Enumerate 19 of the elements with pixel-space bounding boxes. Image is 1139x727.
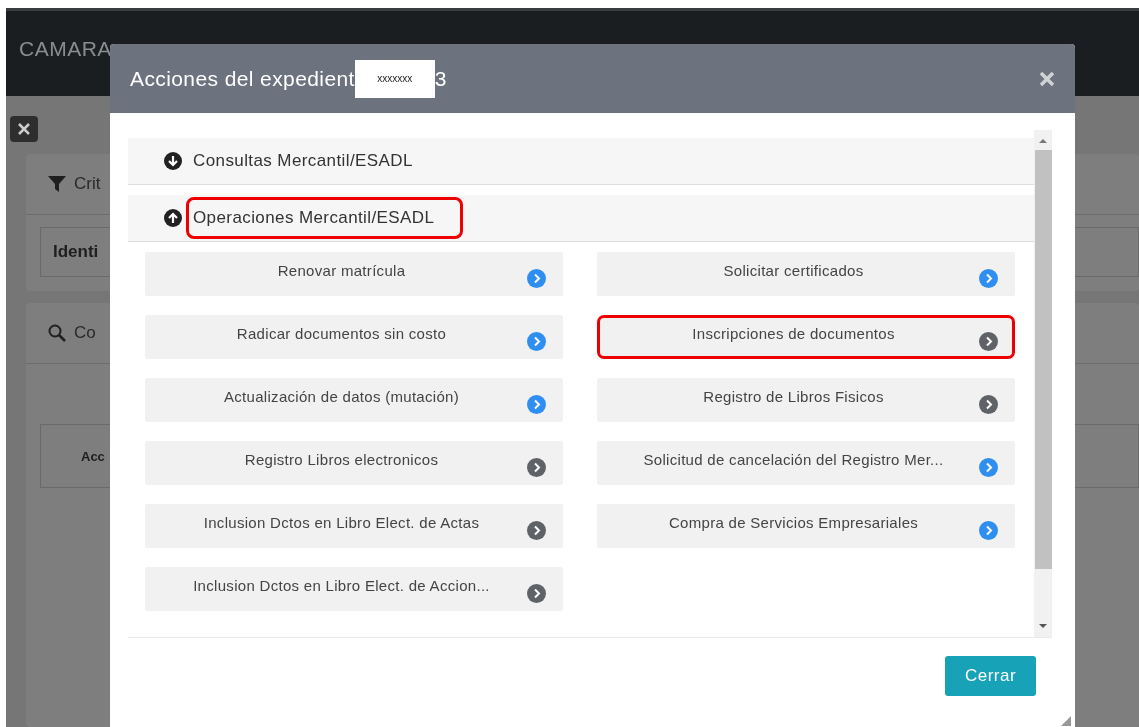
action-item[interactable]: Actualización de datos (mutación) xyxy=(145,378,563,422)
redaction-label: xxxxxxx xyxy=(354,59,435,98)
action-item[interactable]: Renovar matrícula xyxy=(145,252,563,296)
brand-name: CAMARA xyxy=(19,36,112,61)
action-item[interactable]: Inscripciones de documentos xyxy=(597,315,1015,359)
action-item[interactable]: Inclusion Dctos en Libro Elect. de Accion... xyxy=(145,567,563,611)
accordion-header[interactable]: Consultas Mercantil/ESADL xyxy=(128,138,1034,185)
card-title: Co xyxy=(74,323,96,343)
action-item[interactable]: Inclusion Dctos en Libro Elect. de Actas xyxy=(145,504,563,548)
dialog-title-suffix: 3 xyxy=(434,66,447,91)
action-item[interactable]: Compra de Servicios Empresariales xyxy=(597,504,1015,548)
action-item[interactable]: Registro Libros electronicos xyxy=(145,441,563,485)
action-item[interactable]: Radicar documentos sin costo xyxy=(145,315,563,359)
dialog-title: Acciones del expedient xyxy=(130,66,355,91)
card-title: Crit xyxy=(74,174,101,194)
action-item[interactable]: Registro de Libros Fisicos xyxy=(597,378,1015,422)
action-item[interactable]: Solicitud de cancelación del Registro Mer... xyxy=(597,441,1015,485)
action-item[interactable]: Solicitar certificados xyxy=(597,252,1015,296)
accordion-header[interactable]: Operaciones Mercantil/ESADL xyxy=(128,195,1034,242)
